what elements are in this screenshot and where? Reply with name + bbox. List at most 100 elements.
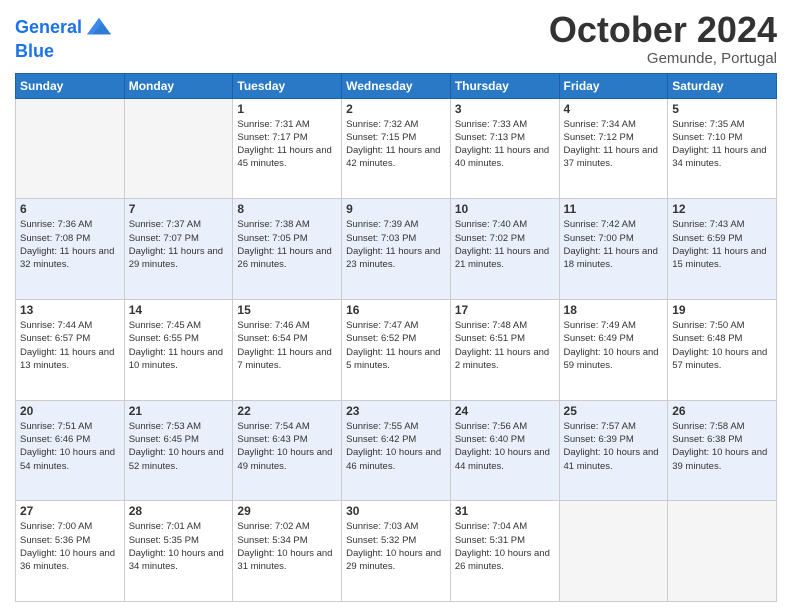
day-info: Sunrise: 7:51 AMSunset: 6:46 PMDaylight:… — [20, 420, 120, 473]
calendar-cell: 2Sunrise: 7:32 AMSunset: 7:15 PMDaylight… — [342, 98, 451, 199]
calendar-cell: 5 Sunrise: 7:35 AMSunset: 7:10 PMDaylight… — [668, 98, 777, 199]
day-number: 22 — [237, 404, 337, 418]
day-info: Sunrise: 7:43 AMSunset: 6:59 PMDaylight:… — [672, 218, 772, 271]
header: General Blue October 2024 Gemunde, Portu… — [15, 10, 777, 67]
calendar-week-row: 20 Sunrise: 7:51 AMSunset: 6:46 PMDayligh… — [16, 400, 777, 501]
calendar-cell: 26 Sunrise: 7:58 AMSunset: 6:38 PMDayligh… — [668, 400, 777, 501]
month-title: October 2024 — [549, 10, 777, 50]
day-number: 16 — [346, 303, 446, 317]
day-number: 31 — [455, 504, 555, 518]
day-info: Sunrise: 7:34 AMSunset: 7:12 PMDaylight:… — [564, 118, 664, 171]
day-info: Sunrise: 7:57 AMSunset: 6:39 PMDaylight:… — [564, 420, 664, 473]
day-number: 27 — [20, 504, 120, 518]
day-number: 14 — [129, 303, 229, 317]
day-number: 21 — [129, 404, 229, 418]
calendar-cell: 28 Sunrise: 7:01 AMSunset: 5:35 PMDayligh… — [124, 501, 233, 602]
day-number: 13 — [20, 303, 120, 317]
day-number: 20 — [20, 404, 120, 418]
day-info: Sunrise: 7:01 AMSunset: 5:35 PMDaylight:… — [129, 520, 229, 573]
page: General Blue October 2024 Gemunde, Portu… — [0, 0, 792, 612]
calendar-cell: 27 Sunrise: 7:00 AMSunset: 5:36 PMDayligh… — [16, 501, 125, 602]
day-info: Sunrise: 7:55 AMSunset: 6:42 PMDaylight:… — [346, 420, 446, 473]
day-info: Sunrise: 7:46 AMSunset: 6:54 PMDaylight:… — [237, 319, 337, 372]
calendar-cell: 20 Sunrise: 7:51 AMSunset: 6:46 PMDayligh… — [16, 400, 125, 501]
calendar-cell: 31Sunrise: 7:04 AMSunset: 5:31 PMDayligh… — [450, 501, 559, 602]
day-number: 26 — [672, 404, 772, 418]
day-number: 3 — [455, 102, 555, 116]
calendar-cell: 10 Sunrise: 7:40 AMSunset: 7:02 PMDayligh… — [450, 199, 559, 300]
day-info: Sunrise: 7:35 AMSunset: 7:10 PMDaylight:… — [672, 118, 772, 171]
day-info: Sunrise: 7:33 AMSunset: 7:13 PMDaylight:… — [455, 118, 555, 171]
day-info: Sunrise: 7:39 AMSunset: 7:03 PMDaylight:… — [346, 218, 446, 271]
weekday-header-tuesday: Tuesday — [233, 73, 342, 98]
calendar-cell: 23 Sunrise: 7:55 AMSunset: 6:42 PMDayligh… — [342, 400, 451, 501]
day-info: Sunrise: 7:00 AMSunset: 5:36 PMDaylight:… — [20, 520, 120, 573]
day-number: 24 — [455, 404, 555, 418]
logo-icon — [85, 14, 113, 42]
day-number: 18 — [564, 303, 664, 317]
calendar-cell: 24Sunrise: 7:56 AMSunset: 6:40 PMDayligh… — [450, 400, 559, 501]
day-info: Sunrise: 7:53 AMSunset: 6:45 PMDaylight:… — [129, 420, 229, 473]
calendar-cell: 15 Sunrise: 7:46 AMSunset: 6:54 PMDayligh… — [233, 299, 342, 400]
day-number: 2 — [346, 102, 446, 116]
day-info: Sunrise: 7:02 AMSunset: 5:34 PMDaylight:… — [237, 520, 337, 573]
day-number: 15 — [237, 303, 337, 317]
day-info: Sunrise: 7:40 AMSunset: 7:02 PMDaylight:… — [455, 218, 555, 271]
day-info: Sunrise: 7:58 AMSunset: 6:38 PMDaylight:… — [672, 420, 772, 473]
calendar-cell: 4 Sunrise: 7:34 AMSunset: 7:12 PMDaylight… — [559, 98, 668, 199]
calendar-cell: 30 Sunrise: 7:03 AMSunset: 5:32 PMDayligh… — [342, 501, 451, 602]
calendar-cell — [559, 501, 668, 602]
calendar-cell: 7Sunrise: 7:37 AMSunset: 7:07 PMDaylight… — [124, 199, 233, 300]
day-number: 8 — [237, 202, 337, 216]
calendar-cell — [16, 98, 125, 199]
calendar-cell: 14 Sunrise: 7:45 AMSunset: 6:55 PMDayligh… — [124, 299, 233, 400]
day-info: Sunrise: 7:48 AMSunset: 6:51 PMDaylight:… — [455, 319, 555, 372]
calendar-cell: 21 Sunrise: 7:53 AMSunset: 6:45 PMDayligh… — [124, 400, 233, 501]
calendar-cell — [668, 501, 777, 602]
logo: General Blue — [15, 14, 113, 62]
calendar-week-row: 13 Sunrise: 7:44 AMSunset: 6:57 PMDayligh… — [16, 299, 777, 400]
weekday-header-friday: Friday — [559, 73, 668, 98]
calendar-cell: 19Sunrise: 7:50 AMSunset: 6:48 PMDayligh… — [668, 299, 777, 400]
day-info: Sunrise: 7:50 AMSunset: 6:48 PMDaylight:… — [672, 319, 772, 372]
day-number: 4 — [564, 102, 664, 116]
weekday-header-sunday: Sunday — [16, 73, 125, 98]
weekday-header-row: SundayMondayTuesdayWednesdayThursdayFrid… — [16, 73, 777, 98]
calendar-cell — [124, 98, 233, 199]
calendar-cell: 29 Sunrise: 7:02 AMSunset: 5:34 PMDayligh… — [233, 501, 342, 602]
day-info: Sunrise: 7:36 AMSunset: 7:08 PMDaylight:… — [20, 218, 120, 271]
day-number: 10 — [455, 202, 555, 216]
day-info: Sunrise: 7:31 AMSunset: 7:17 PMDaylight:… — [237, 118, 337, 171]
day-number: 29 — [237, 504, 337, 518]
calendar-cell: 18Sunrise: 7:49 AMSunset: 6:49 PMDayligh… — [559, 299, 668, 400]
day-info: Sunrise: 7:37 AMSunset: 7:07 PMDaylight:… — [129, 218, 229, 271]
calendar-cell: 16 Sunrise: 7:47 AMSunset: 6:52 PMDayligh… — [342, 299, 451, 400]
day-info: Sunrise: 7:38 AMSunset: 7:05 PMDaylight:… — [237, 218, 337, 271]
day-number: 9 — [346, 202, 446, 216]
calendar-cell: 6Sunrise: 7:36 AMSunset: 7:08 PMDaylight… — [16, 199, 125, 300]
day-number: 17 — [455, 303, 555, 317]
calendar-table: SundayMondayTuesdayWednesdayThursdayFrid… — [15, 73, 777, 602]
day-number: 28 — [129, 504, 229, 518]
weekday-header-saturday: Saturday — [668, 73, 777, 98]
day-number: 11 — [564, 202, 664, 216]
weekday-header-monday: Monday — [124, 73, 233, 98]
calendar-week-row: 1 Sunrise: 7:31 AMSunset: 7:17 PMDaylight… — [16, 98, 777, 199]
calendar-cell: 9 Sunrise: 7:39 AMSunset: 7:03 PMDaylight… — [342, 199, 451, 300]
day-info: Sunrise: 7:54 AMSunset: 6:43 PMDaylight:… — [237, 420, 337, 473]
title-block: October 2024 Gemunde, Portugal — [549, 10, 777, 67]
calendar-week-row: 27 Sunrise: 7:00 AMSunset: 5:36 PMDayligh… — [16, 501, 777, 602]
day-info: Sunrise: 7:03 AMSunset: 5:32 PMDaylight:… — [346, 520, 446, 573]
day-number: 23 — [346, 404, 446, 418]
day-info: Sunrise: 7:47 AMSunset: 6:52 PMDaylight:… — [346, 319, 446, 372]
day-number: 1 — [237, 102, 337, 116]
day-number: 30 — [346, 504, 446, 518]
calendar-cell: 17 Sunrise: 7:48 AMSunset: 6:51 PMDayligh… — [450, 299, 559, 400]
day-info: Sunrise: 7:44 AMSunset: 6:57 PMDaylight:… — [20, 319, 120, 372]
logo-text: General — [15, 18, 82, 38]
calendar-cell: 11Sunrise: 7:42 AMSunset: 7:00 PMDayligh… — [559, 199, 668, 300]
day-number: 5 — [672, 102, 772, 116]
day-info: Sunrise: 7:45 AMSunset: 6:55 PMDaylight:… — [129, 319, 229, 372]
day-number: 12 — [672, 202, 772, 216]
logo-text-blue: Blue — [15, 42, 113, 62]
